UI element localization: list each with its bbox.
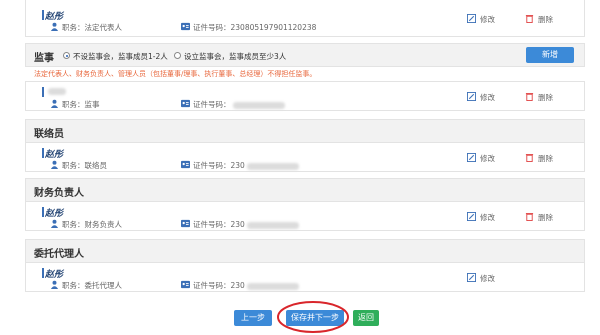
person-name: 赵彤 — [45, 209, 64, 219]
liaison-title: 联络员 — [34, 129, 64, 140]
edit-icon[interactable] — [467, 92, 476, 101]
person-id-number: 证件号码：230 — [193, 219, 299, 230]
trash-icon[interactable] — [525, 14, 534, 23]
finance-card: 赵彤 职务：财务负责人 证件号码：230 修改 删除 — [25, 201, 585, 231]
person-id-number: 证件号码：230 — [193, 160, 299, 171]
masked-id — [246, 221, 299, 229]
edit-icon[interactable] — [467, 153, 476, 162]
add-supervisor-button[interactable]: 新增 — [526, 47, 574, 63]
person-icon — [50, 22, 59, 31]
person-name: 赵彤 — [45, 150, 64, 160]
agent-title: 委托代理人 — [34, 249, 84, 260]
id-card-icon — [181, 160, 190, 169]
radio-no-board[interactable] — [63, 52, 70, 59]
finance-title: 财务负责人 — [34, 188, 84, 199]
prev-step-button[interactable]: 上一步 — [234, 310, 272, 326]
person-position: 职务：监事 — [62, 100, 100, 109]
id-card-icon — [181, 99, 190, 108]
edit-link[interactable]: 修改 — [480, 273, 495, 284]
person-icon — [50, 160, 59, 169]
agent-header: 委托代理人 — [25, 239, 585, 263]
person-name: 赵彤 — [45, 270, 64, 280]
id-card-icon — [181, 22, 190, 31]
edit-link[interactable]: 修改 — [480, 153, 495, 164]
delete-link[interactable]: 删除 — [538, 14, 553, 25]
radio-board[interactable] — [174, 52, 181, 59]
id-card-icon — [181, 280, 190, 289]
trash-icon[interactable] — [525, 92, 534, 101]
trash-icon[interactable] — [525, 153, 534, 162]
id-label: 证件号码：230 — [193, 220, 245, 229]
person-icon — [50, 99, 59, 108]
masked-id — [246, 162, 299, 170]
person-id-number: 证件号码： — [193, 99, 285, 110]
edit-link[interactable]: 修改 — [480, 14, 495, 25]
edit-icon[interactable] — [467, 273, 476, 282]
back-button[interactable]: 返回 — [353, 310, 379, 326]
name-marker — [42, 87, 44, 97]
edit-icon[interactable] — [467, 212, 476, 221]
person-id-number: 证件号码：230805197901120238 — [193, 23, 317, 32]
name-marker — [42, 10, 44, 20]
finance-header: 财务负责人 — [25, 178, 585, 202]
masked-id — [246, 282, 299, 290]
id-label: 证件号码：230 — [193, 161, 245, 170]
person-name: 赵彤 — [45, 12, 64, 22]
name-marker — [42, 148, 44, 158]
delete-link[interactable]: 删除 — [538, 153, 553, 164]
liaison-header: 联络员 — [25, 119, 585, 143]
radio-no-board-label[interactable]: 不设监事会，监事成员1-2人 — [73, 51, 168, 62]
person-icon — [50, 280, 59, 289]
person-id-number: 证件号码：230 — [193, 280, 299, 291]
masked-name — [48, 88, 66, 95]
supervisor-header: 监事 不设监事会，监事成员1-2人 设立监事会，监事成员至少3人 新增 — [25, 43, 585, 67]
delete-link[interactable]: 删除 — [538, 92, 553, 103]
page: 赵彤 职务：法定代表人 证件号码：230805197901120238 修改 删… — [0, 0, 600, 335]
id-card-icon — [181, 219, 190, 228]
supervisor-card: 职务：监事 证件号码： 修改 删除 — [25, 81, 585, 111]
masked-id — [232, 101, 285, 109]
edit-link[interactable]: 修改 — [480, 92, 495, 103]
person-position: 职务：财务负责人 — [62, 220, 122, 229]
supervisor-title: 监事 — [34, 53, 54, 64]
legal-rep-card: 赵彤 职务：法定代表人 证件号码：230805197901120238 修改 删… — [25, 0, 585, 37]
delete-link[interactable]: 删除 — [538, 212, 553, 223]
id-label: 证件号码： — [193, 100, 231, 109]
edit-icon[interactable] — [467, 14, 476, 23]
name-marker — [42, 207, 44, 217]
supervisor-warning: 法定代表人、财务负责人、管理人员（包括董事/理事、执行董事、总经理）不得担任监事… — [34, 70, 317, 78]
person-position: 职务：委托代理人 — [62, 281, 122, 290]
highlight-ellipse — [277, 301, 349, 333]
person-position: 职务：联络员 — [62, 161, 107, 170]
id-label: 证件号码：230 — [193, 281, 245, 290]
person-icon — [50, 219, 59, 228]
radio-board-label[interactable]: 设立监事会，监事成员至少3人 — [184, 51, 286, 62]
liaison-card: 赵彤 职务：联络员 证件号码：230 修改 删除 — [25, 142, 585, 172]
trash-icon[interactable] — [525, 212, 534, 221]
person-position: 职务：法定代表人 — [62, 23, 122, 32]
name-marker — [42, 268, 44, 278]
agent-card: 赵彤 职务：委托代理人 证件号码：230 修改 — [25, 262, 585, 292]
edit-link[interactable]: 修改 — [480, 212, 495, 223]
